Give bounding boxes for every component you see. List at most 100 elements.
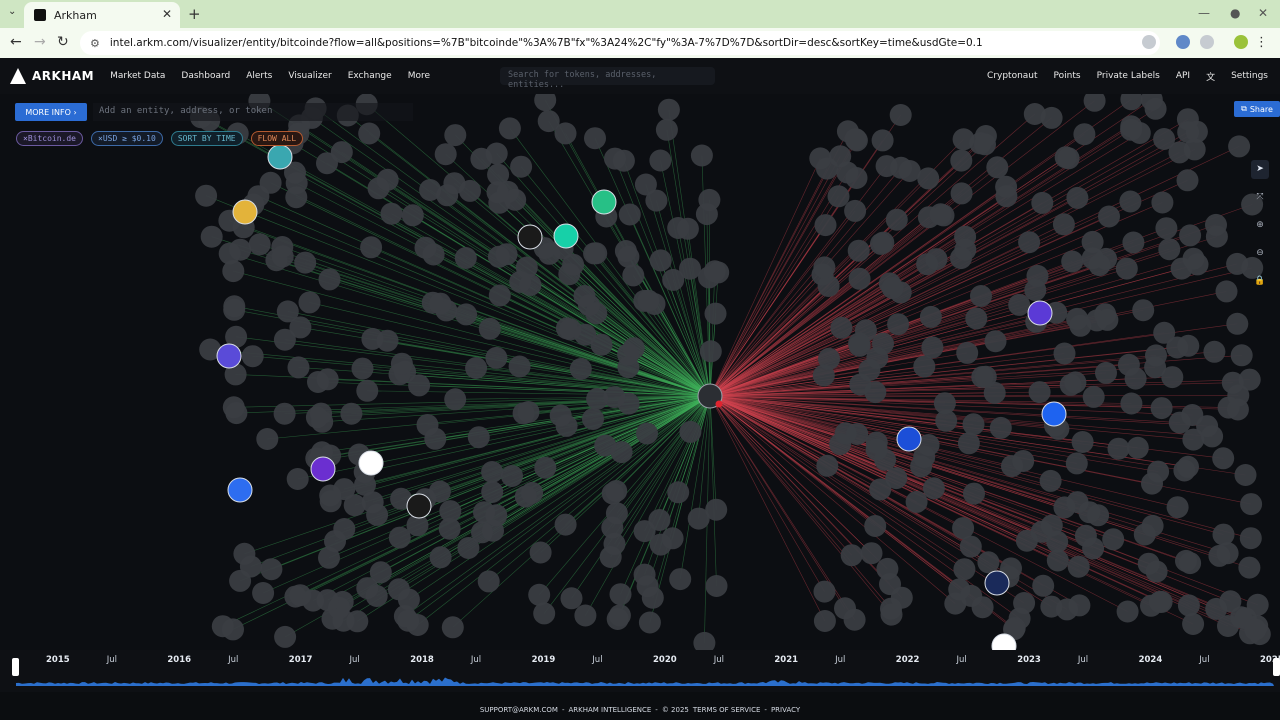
address-node[interactable] [361, 491, 384, 514]
address-node[interactable] [871, 129, 894, 152]
address-node[interactable] [294, 251, 317, 274]
entity-node-blue-icon[interactable] [267, 144, 293, 170]
address-node[interactable] [533, 602, 556, 625]
address-node[interactable] [622, 264, 645, 287]
address-node[interactable] [1239, 527, 1262, 550]
address-node[interactable] [465, 357, 488, 379]
nav-visualizer[interactable]: Visualizer [288, 71, 331, 81]
address-node[interactable] [321, 607, 344, 630]
address-node[interactable] [965, 307, 988, 330]
nav-private-labels[interactable]: Private Labels [1097, 71, 1160, 81]
nav-market-data[interactable]: Market Data [110, 71, 165, 81]
address-node[interactable] [655, 118, 678, 141]
address-node[interactable] [610, 441, 633, 464]
address-node[interactable] [989, 416, 1012, 439]
address-node[interactable] [1082, 537, 1105, 560]
chip-sort-time[interactable]: SORT BY TIME [170, 131, 243, 146]
address-node[interactable] [333, 518, 356, 540]
address-node[interactable] [974, 133, 996, 156]
address-node[interactable] [569, 358, 592, 380]
nav-points[interactable]: Points [1054, 71, 1081, 81]
entity-node-green-icon[interactable] [591, 189, 617, 215]
nav-settings[interactable]: Settings [1231, 71, 1268, 81]
entity-node-circle-blue-icon[interactable] [227, 477, 253, 503]
address-node[interactable] [829, 145, 852, 168]
address-node[interactable] [919, 305, 942, 328]
address-node[interactable] [285, 186, 308, 209]
address-node[interactable] [488, 284, 511, 307]
timeline-start-handle[interactable] [12, 658, 19, 676]
address-node[interactable] [1024, 279, 1047, 302]
address-node[interactable] [1082, 385, 1105, 408]
address-node[interactable] [1155, 217, 1178, 240]
address-node[interactable] [509, 270, 532, 293]
address-node[interactable] [829, 433, 852, 456]
address-node[interactable] [1124, 367, 1147, 390]
address-node[interactable] [649, 249, 672, 272]
address-node[interactable] [676, 217, 699, 240]
address-node[interactable] [1205, 597, 1228, 620]
address-node[interactable] [554, 122, 577, 145]
address-node[interactable] [1228, 135, 1251, 158]
address-node[interactable] [1244, 618, 1267, 641]
maximize-icon[interactable]: ● [1230, 6, 1240, 20]
address-node[interactable] [834, 597, 856, 620]
address-node[interactable] [307, 371, 329, 393]
nav-alerts[interactable]: Alerts [246, 71, 272, 81]
address-node[interactable] [1066, 186, 1089, 209]
address-node[interactable] [1095, 361, 1117, 384]
address-node[interactable] [848, 334, 871, 357]
more-info-button[interactable]: MORE INFO › [15, 103, 87, 121]
address-node[interactable] [1150, 397, 1173, 420]
zoom-out-icon[interactable]: ⊖ [1251, 243, 1269, 262]
address-node[interactable] [485, 346, 508, 369]
profile-avatar[interactable] [1234, 35, 1248, 49]
address-node[interactable] [1023, 103, 1046, 125]
address-node[interactable] [679, 257, 701, 280]
chip-entity-bitcoinde[interactable]: × Bitcoin.de [16, 131, 83, 146]
address-node[interactable] [211, 615, 234, 638]
address-node[interactable] [455, 303, 478, 326]
address-node[interactable] [1067, 555, 1090, 578]
address-node[interactable] [1182, 613, 1205, 635]
address-node[interactable] [1120, 118, 1143, 141]
address-node[interactable] [880, 597, 902, 620]
address-node[interactable] [929, 203, 952, 226]
extension-icon[interactable] [1142, 35, 1156, 49]
address-node[interactable] [669, 568, 692, 591]
address-node[interactable] [921, 336, 944, 359]
address-node[interactable] [444, 388, 467, 411]
address-node[interactable] [319, 484, 342, 507]
address-node[interactable] [1015, 529, 1038, 552]
address-node[interactable] [953, 558, 976, 581]
address-node[interactable] [508, 355, 531, 378]
address-node[interactable] [1096, 308, 1119, 331]
address-node[interactable] [467, 426, 490, 449]
address-node[interactable] [1054, 146, 1077, 169]
address-node[interactable] [599, 546, 622, 568]
address-node[interactable] [287, 356, 310, 379]
zoom-in-icon[interactable]: ⊕ [1251, 216, 1269, 235]
address-node[interactable] [679, 420, 702, 443]
address-node[interactable] [957, 432, 980, 455]
address-node[interactable] [609, 583, 632, 606]
address-node[interactable] [889, 104, 912, 126]
address-node[interactable] [578, 294, 600, 317]
browser-menu-icon[interactable]: ⋮ [1255, 35, 1268, 50]
address-node[interactable] [481, 481, 504, 503]
address-node[interactable] [218, 242, 241, 265]
address-node[interactable] [471, 521, 493, 544]
address-node[interactable] [470, 147, 493, 170]
address-node[interactable] [881, 277, 904, 299]
address-node[interactable] [1196, 415, 1219, 438]
address-node[interactable] [1144, 356, 1167, 379]
address-node[interactable] [971, 596, 994, 619]
new-tab-icon[interactable]: + [188, 5, 201, 23]
address-node[interactable] [534, 94, 557, 112]
global-search-input[interactable]: Search for tokens, addresses, entities..… [500, 67, 715, 90]
address-node[interactable] [1151, 191, 1174, 214]
address-node[interactable] [1119, 190, 1142, 213]
address-node[interactable] [514, 485, 537, 508]
address-node[interactable] [1018, 231, 1041, 254]
address-node[interactable] [512, 402, 535, 425]
